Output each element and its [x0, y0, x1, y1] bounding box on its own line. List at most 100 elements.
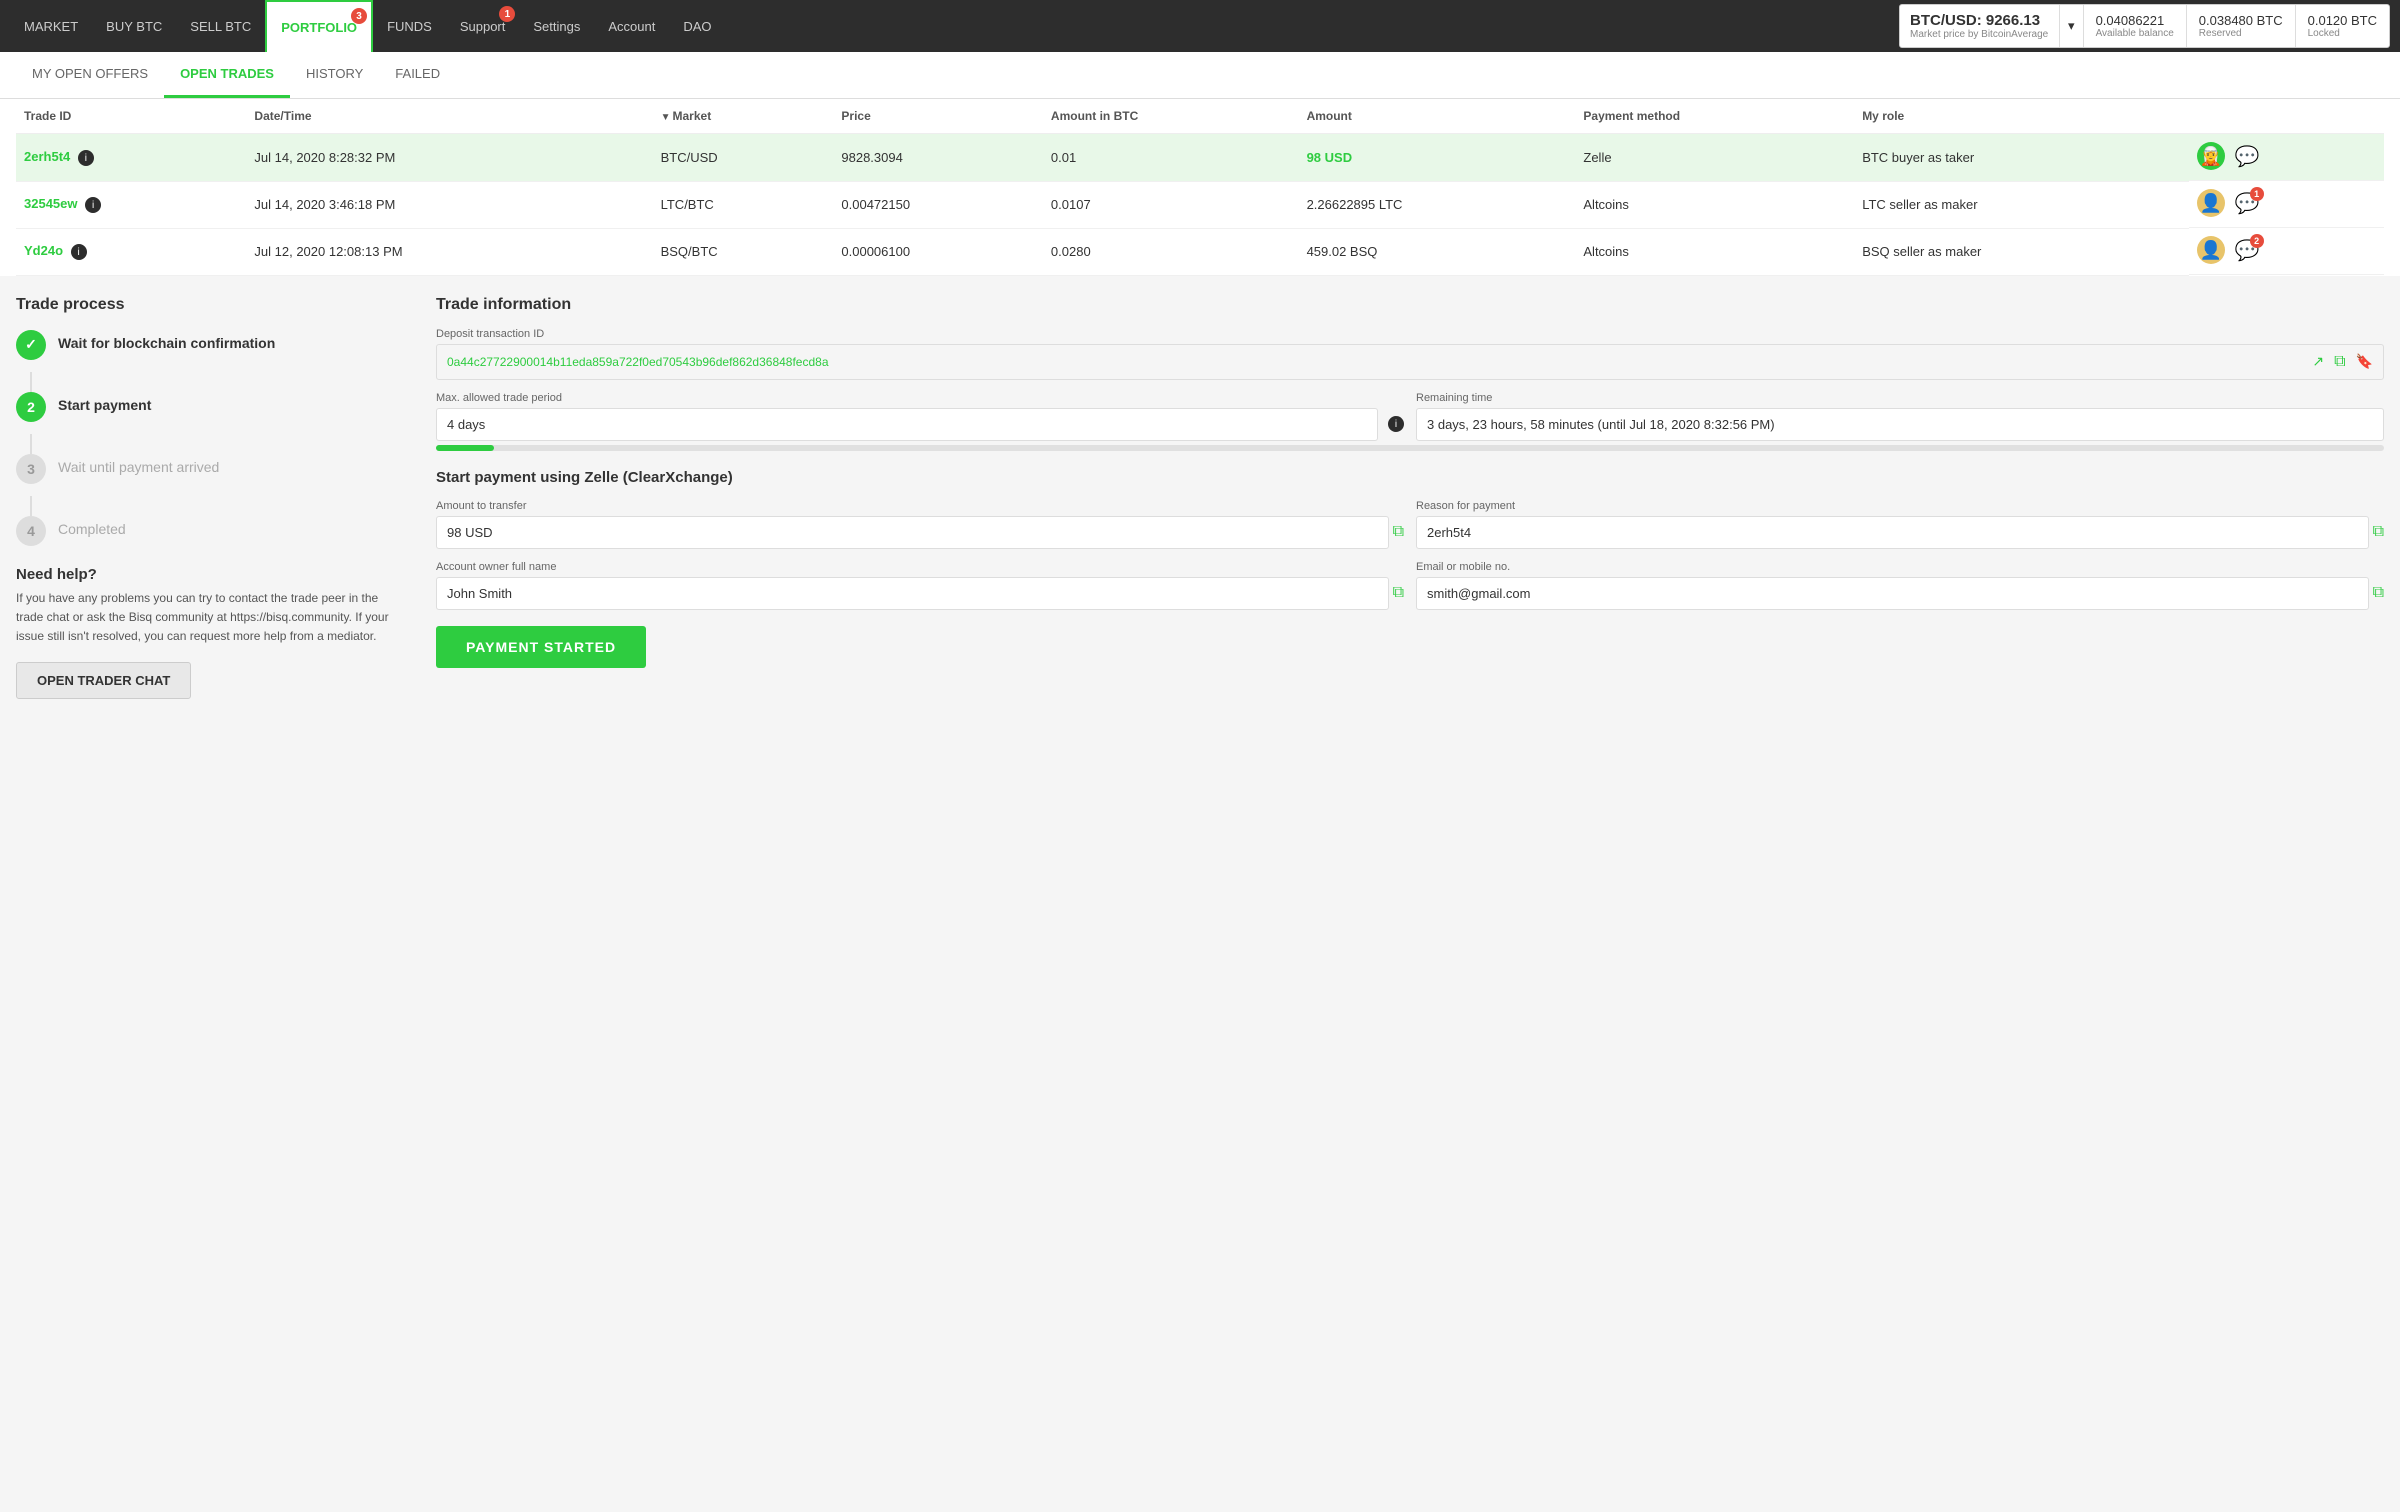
- col-datetime: Date/Time: [246, 99, 652, 134]
- trades-table-wrap: Trade ID Date/Time ▼Market Price Amount …: [0, 99, 2400, 276]
- trade-market: BSQ/BTC: [653, 228, 834, 275]
- tab-failed[interactable]: FAILED: [379, 52, 456, 98]
- nav-item-settings[interactable]: Settings: [519, 0, 594, 52]
- nav-item-funds[interactable]: FUNDS: [373, 0, 446, 52]
- email-label: Email or mobile no.: [1416, 561, 2384, 573]
- owner-row: John Smith ⧉: [436, 577, 1404, 610]
- email-row: smith@gmail.com ⧉: [1416, 577, 2384, 610]
- trade-datetime: Jul 14, 2020 3:46:18 PM: [246, 181, 652, 228]
- nav-item-portfolio[interactable]: PORTFOLIO 3: [265, 0, 373, 52]
- col-trade-id: Trade ID: [16, 99, 246, 134]
- nav-item-dao[interactable]: DAO: [669, 0, 725, 52]
- reason-value: 2erh5t4: [1416, 516, 2369, 549]
- col-payment: Payment method: [1575, 99, 1854, 134]
- tab-history[interactable]: HISTORY: [290, 52, 379, 98]
- trade-datetime: Jul 14, 2020 8:28:32 PM: [246, 134, 652, 182]
- tab-open-trades[interactable]: OPEN TRADES: [164, 52, 290, 98]
- trade-process-title: Trade process: [16, 296, 406, 314]
- price-source: Market price by BitcoinAverage: [1910, 29, 2049, 40]
- trade-info-icon[interactable]: i: [85, 197, 101, 213]
- copy-amount-icon[interactable]: ⧉: [1393, 523, 1404, 541]
- avatar: 🧝: [2197, 142, 2225, 170]
- nav-item-buy-btc[interactable]: BUY BTC: [92, 0, 176, 52]
- step-1: ✓ Wait for blockchain confirmation: [16, 330, 406, 360]
- trade-id: Yd24o: [24, 243, 63, 258]
- email-value: smith@gmail.com: [1416, 577, 2369, 610]
- table-row[interactable]: Yd24o i Jul 12, 2020 12:08:13 PM BSQ/BTC…: [16, 228, 2384, 275]
- deposit-tx-row: 0a44c27722900014b11eda859a722f0ed70543b9…: [436, 344, 2384, 380]
- available-balance: 0.04086221 Available balance: [2084, 5, 2187, 47]
- period-info-icon[interactable]: i: [1388, 416, 1404, 432]
- trade-role: BTC buyer as taker: [1854, 134, 2189, 182]
- copy-reason-icon[interactable]: ⧉: [2373, 523, 2384, 541]
- copy-deposit-icon[interactable]: ⧉: [2334, 353, 2345, 371]
- trade-amount-btc: 0.0107: [1043, 181, 1299, 228]
- trade-price: 9828.3094: [833, 134, 1043, 182]
- step-3-label: Wait until payment arrived: [58, 454, 219, 475]
- reason-row: 2erh5t4 ⧉: [1416, 516, 2384, 549]
- bookmark-icon[interactable]: 🔖: [2356, 353, 2373, 370]
- step-2: 2 Start payment: [16, 392, 406, 422]
- step-3-icon: 3: [16, 454, 46, 484]
- table-row[interactable]: 2erh5t4 i Jul 14, 2020 8:28:32 PM BTC/US…: [16, 134, 2384, 182]
- trade-role: BSQ seller as maker: [1854, 228, 2189, 275]
- max-period-row: 4 days i: [436, 408, 1404, 441]
- max-period-value: 4 days: [436, 408, 1378, 441]
- nav-item-support[interactable]: Support 1: [446, 0, 520, 52]
- step-2-label: Start payment: [58, 392, 151, 413]
- support-badge: 1: [499, 6, 515, 22]
- trade-info-icon[interactable]: i: [78, 150, 94, 166]
- trade-info-icon[interactable]: i: [71, 244, 87, 260]
- payment-section-title: Start payment using Zelle (ClearXchange): [436, 469, 2384, 486]
- trade-role: LTC seller as maker: [1854, 181, 2189, 228]
- left-panel: Trade process ✓ Wait for blockchain conf…: [16, 296, 436, 700]
- nav-item-sell-btc[interactable]: SELL BTC: [176, 0, 265, 52]
- reason-label: Reason for payment: [1416, 500, 2384, 512]
- trade-id: 32545ew: [24, 196, 78, 211]
- trade-payment: Altcoins: [1575, 181, 1854, 228]
- need-help-title: Need help?: [16, 566, 406, 583]
- portfolio-badge: 3: [351, 8, 367, 24]
- table-row[interactable]: 32545ew i Jul 14, 2020 3:46:18 PM LTC/BT…: [16, 181, 2384, 228]
- trade-payment: Altcoins: [1575, 228, 1854, 275]
- step-1-label: Wait for blockchain confirmation: [58, 330, 275, 351]
- avatar: 👤: [2197, 236, 2225, 264]
- nav-item-market[interactable]: MARKET: [10, 0, 92, 52]
- trade-progress-bar-fill: [436, 445, 494, 451]
- price-main: BTC/USD: 9266.13 Market price by Bitcoin…: [1900, 5, 2060, 47]
- trades-table: Trade ID Date/Time ▼Market Price Amount …: [16, 99, 2384, 276]
- trade-payment: Zelle: [1575, 134, 1854, 182]
- chat-button[interactable]: 💬: [2235, 144, 2260, 169]
- trade-amount: 98 USD: [1299, 134, 1576, 182]
- payment-started-button[interactable]: PAYMENT STARTED: [436, 626, 646, 668]
- col-market: ▼Market: [653, 99, 834, 134]
- need-help-section: Need help? If you have any problems you …: [16, 566, 406, 700]
- step-4-icon: 4: [16, 516, 46, 546]
- trade-market: BTC/USD: [653, 134, 834, 182]
- avatar: 👤: [2197, 189, 2225, 217]
- need-help-text: If you have any problems you can try to …: [16, 589, 406, 647]
- step-2-icon: 2: [16, 392, 46, 422]
- deposit-tx-value: 0a44c27722900014b11eda859a722f0ed70543b9…: [447, 355, 2300, 369]
- step-4-label: Completed: [58, 516, 126, 537]
- col-amount: Amount: [1299, 99, 1576, 134]
- external-link-icon[interactable]: ↗: [2312, 353, 2324, 370]
- top-nav: MARKET BUY BTC SELL BTC PORTFOLIO 3 FUND…: [0, 0, 2400, 52]
- open-trader-chat-button[interactable]: OPEN TRADER CHAT: [16, 662, 191, 699]
- max-period-label: Max. allowed trade period: [436, 392, 1404, 404]
- trade-amount: 2.26622895 LTC: [1299, 181, 1576, 228]
- copy-email-icon[interactable]: ⧉: [2373, 584, 2384, 602]
- chat-button[interactable]: 💬1: [2235, 191, 2260, 216]
- copy-owner-icon[interactable]: ⧉: [1393, 584, 1404, 602]
- price-dropdown-btn[interactable]: ▾: [2060, 5, 2084, 47]
- tab-my-open-offers[interactable]: MY OPEN OFFERS: [16, 52, 164, 98]
- chat-button[interactable]: 💬2: [2235, 238, 2260, 263]
- trade-amount-btc: 0.01: [1043, 134, 1299, 182]
- amount-label: Amount to transfer: [436, 500, 1404, 512]
- amount-row: 98 USD ⧉: [436, 516, 1404, 549]
- nav-item-account[interactable]: Account: [594, 0, 669, 52]
- reserved-balance: 0.038480 BTC Reserved: [2187, 5, 2296, 47]
- right-panel: Trade information Deposit transaction ID…: [436, 296, 2384, 700]
- trade-info-title: Trade information: [436, 296, 2384, 314]
- col-price: Price: [833, 99, 1043, 134]
